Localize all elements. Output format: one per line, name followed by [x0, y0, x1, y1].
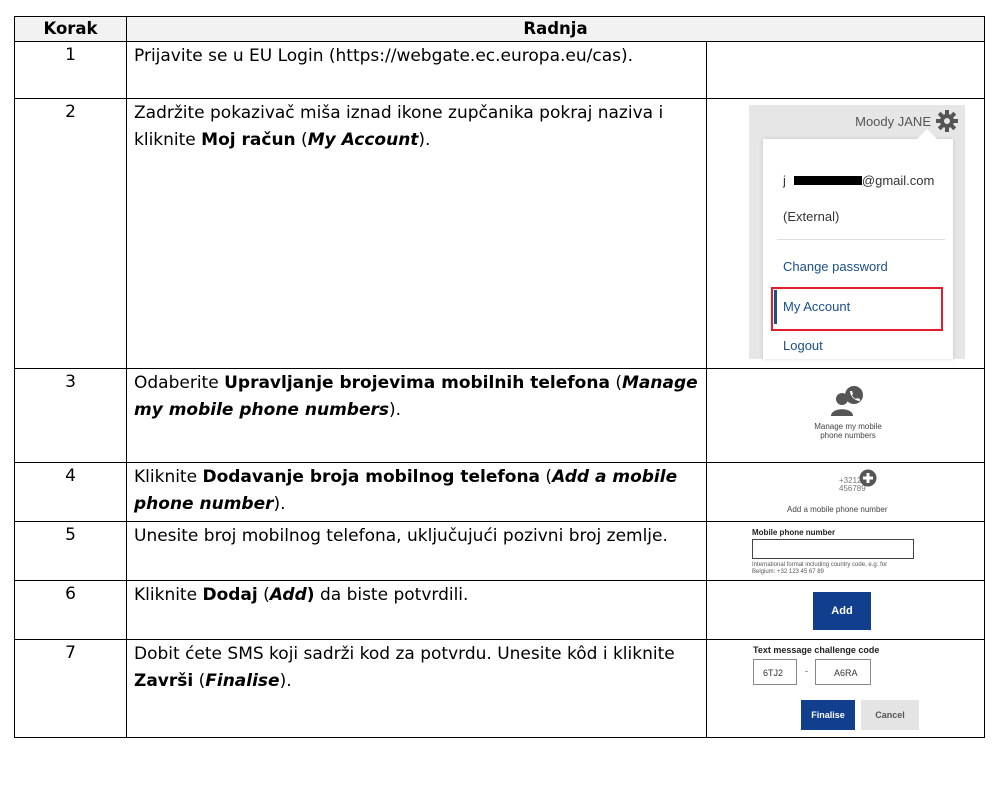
step-text-bold-italic: Add — [269, 585, 307, 605]
step-text-paren-close: ). — [273, 494, 286, 514]
menu-external: (External) — [783, 209, 840, 224]
account-menu-screenshot: Moody JANE j @gmail.com (External) Chang… — [749, 105, 965, 359]
phone-form-screenshot: Mobile phone number International format… — [752, 528, 952, 576]
manage-phones-caption-2: phone numbers — [820, 431, 876, 440]
finalise-button[interactable]: Finalise — [801, 700, 855, 730]
step-text-body: Kliknite — [134, 585, 203, 605]
step-image-cell — [706, 41, 985, 99]
step-text: Prijavite se u EU Login (https://webgate… — [126, 41, 707, 99]
table-row: 2 Zadržite pokazivač miša iznad ikone zu… — [14, 98, 985, 369]
phone-help-1: International format including country c… — [752, 562, 888, 568]
step-text-bold: Moj račun — [201, 130, 296, 150]
step-text-tail: da biste potvrdili. — [314, 585, 469, 605]
table-row: 1 Prijavite se u EU Login (https://webga… — [14, 41, 985, 99]
table-row: 5 Unesite broj mobilnog telefona, uključ… — [14, 521, 985, 581]
step-text: Unesite broj mobilnog telefona, uključuj… — [126, 521, 707, 581]
step-text: Kliknite Dodaj (Add) da biste potvrdili. — [126, 580, 707, 640]
step-number: 7 — [14, 639, 127, 738]
menu-change-password[interactable]: Change password — [783, 259, 888, 274]
challenge-code-input-2[interactable]: A6RA — [815, 659, 871, 685]
menu-username: Moody JANE — [855, 114, 931, 129]
redaction-bar — [793, 176, 862, 186]
account-dropdown: j @gmail.com (External) Change password M… — [763, 129, 953, 359]
step-text-bold-italic: My Account — [307, 130, 419, 150]
manage-phones-tile[interactable]: Manage my mobile phone numbers — [793, 385, 903, 440]
plus-circle-icon: +3212 456789 — [839, 467, 879, 501]
step-text-bold: Upravljanje brojevima mobilnih telefona — [224, 373, 610, 393]
step-text-paren-open: ( — [540, 467, 553, 487]
manage-phones-caption-1: Manage my mobile — [814, 422, 882, 431]
step-text-bold-italic: Finalise — [205, 671, 280, 691]
step-text-paren-open: ( — [193, 671, 206, 691]
challenge-code-input-1[interactable]: 6TJ2 — [753, 659, 797, 685]
challenge-title: Text message challenge code — [753, 645, 880, 655]
step-number: 2 — [14, 98, 127, 369]
step-number: 6 — [14, 580, 127, 640]
phone-user-icon — [830, 385, 903, 422]
step-image-cell: Text message challenge code 6TJ2 - A6RA … — [706, 639, 985, 738]
step-number: 3 — [14, 368, 127, 463]
step-image-cell: Add — [706, 580, 985, 640]
steps-table: Korak Radnja 1 Prijavite se u EU Login (… — [14, 16, 985, 738]
cancel-button[interactable]: Cancel — [861, 700, 919, 730]
step-text-body: Prijavite se u EU Login (https://webgate… — [134, 46, 634, 66]
step-image-cell: Manage my mobile phone numbers — [706, 368, 985, 463]
step-text-bold: Završi — [134, 671, 194, 691]
step-text-body: Kliknite — [134, 467, 203, 487]
step-number: 5 — [14, 521, 127, 581]
table-header-row: Korak Radnja — [14, 16, 985, 42]
step-text: Dobit ćete SMS koji sadrži kod za potvrd… — [126, 639, 707, 738]
step-text: Zadržite pokazivač miša iznad ikone zupč… — [126, 98, 707, 369]
add-phone-caption: Add a mobile phone number — [787, 505, 888, 514]
add-button[interactable]: Add — [813, 592, 871, 630]
table-row: 3 Odaberite Upravljanje brojevima mobiln… — [14, 368, 985, 463]
step-text-paren-close: ). — [418, 130, 431, 150]
menu-divider — [777, 239, 945, 240]
step-text-paren-open: ( — [609, 373, 622, 393]
table-row: 4 Kliknite Dodavanje broja mobilnog tele… — [14, 462, 985, 522]
add-phone-tile[interactable]: +3212 456789 Add a mobile phone number — [787, 467, 937, 514]
step-image-cell: Mobile phone number International format… — [706, 521, 985, 581]
header-action: Radnja — [126, 16, 985, 42]
step-text-bold: Dodaj — [202, 585, 258, 605]
phone-number-input[interactable] — [752, 539, 914, 559]
phone-help-2: Belgium: +32 123 45 67 89 — [752, 569, 824, 575]
step-image-cell: Moody JANE j @gmail.com (External) Chang… — [706, 98, 985, 369]
header-step: Korak — [14, 16, 127, 42]
step-number: 4 — [14, 462, 127, 522]
step-number: 1 — [14, 41, 127, 99]
challenge-code-screenshot: Text message challenge code 6TJ2 - A6RA … — [753, 645, 973, 735]
menu-my-account[interactable]: My Account — [783, 299, 850, 314]
step-text-bold: Dodavanje broja mobilnog telefona — [202, 467, 541, 487]
step-image-cell: +3212 456789 Add a mobile phone number — [706, 462, 985, 522]
step-text-paren-open: ( — [295, 130, 308, 150]
phone-field-label: Mobile phone number — [752, 528, 836, 537]
step-text-body: Odaberite — [134, 373, 225, 393]
table-row: 6 Kliknite Dodaj (Add) da biste potvrdil… — [14, 580, 985, 640]
table-row: 7 Dobit ćete SMS koji sadrži kod za potv… — [14, 639, 985, 738]
menu-logout[interactable]: Logout — [783, 338, 823, 353]
step-text-paren-open: ( — [257, 585, 270, 605]
step-text-paren-close: ). — [279, 671, 292, 691]
gear-icon — [935, 109, 959, 138]
menu-email: j @gmail.com — [783, 173, 935, 188]
step-text: Odaberite Upravljanje brojevima mobilnih… — [126, 368, 707, 463]
step-text: Kliknite Dodavanje broja mobilnog telefo… — [126, 462, 707, 522]
step-text-paren-close: ) — [306, 585, 315, 605]
step-text-paren-close: ). — [389, 400, 402, 420]
challenge-dash: - — [805, 666, 808, 676]
step-text-body: Unesite broj mobilnog telefona, uključuj… — [134, 526, 668, 546]
step-text-body: Dobit ćete SMS koji sadrži kod za potvrd… — [134, 644, 675, 664]
